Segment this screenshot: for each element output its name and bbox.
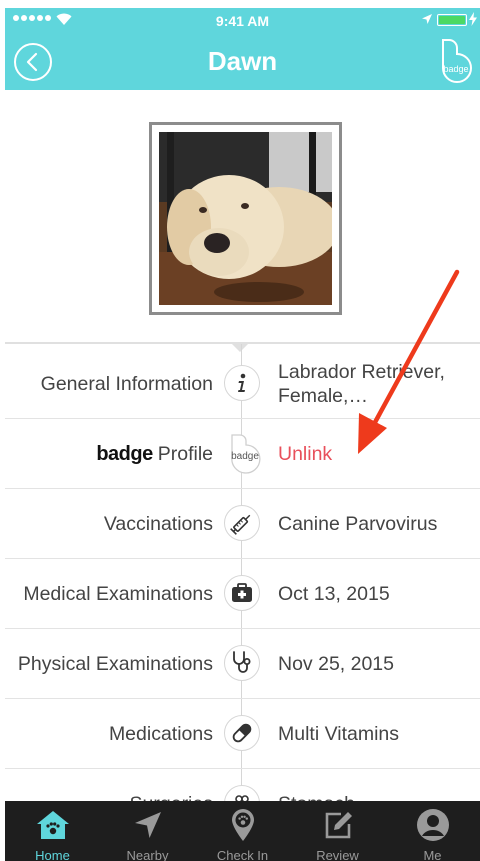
tab-label: Home (35, 848, 70, 861)
tab-label: Review (316, 848, 359, 861)
status-bar: 9:41 AM (5, 8, 480, 34)
tab-bar: Home Nearby Check In Review Me (5, 801, 480, 861)
badge-brand-text: badge (96, 442, 153, 465)
tab-nearby[interactable]: Nearby (100, 801, 195, 861)
tab-check-in[interactable]: Check In (195, 801, 290, 861)
tab-me[interactable]: Me (385, 801, 480, 861)
tab-home[interactable]: Home (5, 801, 100, 861)
badge-icon: badge (226, 433, 266, 475)
syringe-icon (224, 505, 260, 541)
row-label: Medications (108, 722, 213, 745)
medical-kit-icon (224, 575, 260, 611)
row-value: Labrador Retriever, Female,… (278, 360, 445, 407)
page-title: Dawn (207, 46, 278, 76)
row-badge-profile[interactable]: badge Profile badge Unlink (5, 419, 480, 489)
pet-photo[interactable] (149, 122, 342, 315)
row-label: Medical Examinations (23, 582, 213, 605)
tab-label: Me (423, 848, 442, 861)
status-time: 9:41 AM (215, 13, 270, 29)
badge-logo-icon (442, 39, 472, 83)
location-arrow-icon (130, 807, 166, 843)
row-value: Multi Vitamins (278, 722, 400, 745)
location-services-icon (422, 14, 432, 24)
pill-icon (224, 715, 260, 751)
dog-photo-image (159, 132, 339, 305)
row-label: badge Profile (96, 419, 213, 489)
row-value: Nov 25, 2015 (278, 652, 395, 675)
charging-icon (469, 12, 477, 26)
row-general-information[interactable]: General Information Labrador Retriever, … (5, 349, 480, 419)
row-medical-examinations[interactable]: Medical Examinations Oct 13, 2015 (5, 559, 480, 629)
app-screen: 9:41 AM Dawn badge General Information L… (5, 8, 480, 861)
tab-label: Nearby (126, 848, 169, 861)
row-physical-examinations[interactable]: Physical Examinations Nov 25, 2015 (5, 629, 480, 699)
home-icon (35, 807, 71, 843)
battery-icon (437, 14, 467, 26)
row-vaccinations[interactable]: Vaccinations Canine Parvovirus (5, 489, 480, 559)
stethoscope-icon (224, 645, 260, 681)
row-medications[interactable]: Medications Multi Vitamins (5, 699, 480, 769)
tab-label: Check In (216, 848, 269, 861)
map-pin-paw-icon (225, 807, 261, 843)
row-value: Oct 13, 2015 (278, 582, 390, 605)
tab-review[interactable]: Review (290, 801, 385, 861)
row-label-text: Profile (157, 442, 213, 465)
row-value: Canine Parvovirus (278, 512, 438, 535)
edit-icon (320, 807, 356, 843)
info-icon (224, 365, 260, 401)
badge-button[interactable]: badge (436, 38, 476, 84)
unlink-button[interactable]: Unlink (278, 419, 473, 489)
badge-button-label: badge (443, 64, 469, 74)
row-label: Vaccinations (103, 512, 213, 535)
row-label: Physical Examinations (17, 652, 213, 675)
nav-header: 9:41 AM Dawn badge (5, 8, 480, 90)
badge-icon-text: badge (231, 451, 259, 462)
row-label: General Information (40, 372, 213, 395)
user-icon (415, 807, 451, 843)
